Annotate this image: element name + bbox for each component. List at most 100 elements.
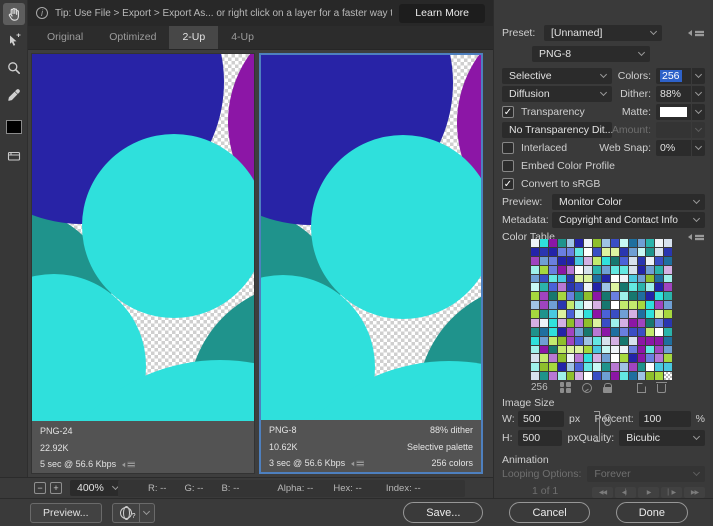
color-swatch[interactable] bbox=[646, 274, 655, 283]
color-swatch[interactable] bbox=[539, 354, 548, 363]
color-swatch[interactable] bbox=[628, 301, 637, 309]
color-swatch[interactable] bbox=[646, 327, 655, 336]
download-rate-menu-icon[interactable] bbox=[122, 460, 136, 467]
color-swatch[interactable] bbox=[619, 292, 628, 301]
color-swatch[interactable] bbox=[557, 372, 566, 380]
color-swatch[interactable] bbox=[584, 318, 593, 327]
tab-optimized[interactable]: Optimized bbox=[96, 26, 169, 49]
color-swatch[interactable] bbox=[637, 301, 646, 309]
color-table-menu-icon[interactable] bbox=[688, 233, 705, 242]
preview-in-browser-button[interactable]: Preview... bbox=[30, 502, 102, 523]
color-swatch[interactable] bbox=[664, 318, 672, 327]
color-swatch[interactable] bbox=[575, 256, 584, 265]
previous-frame-button[interactable]: ◀▏ bbox=[615, 486, 636, 498]
color-swatch[interactable] bbox=[575, 310, 584, 318]
color-swatch[interactable] bbox=[575, 318, 584, 327]
color-swatch[interactable] bbox=[575, 363, 584, 372]
color-swatch[interactable] bbox=[593, 292, 601, 301]
color-swatch[interactable] bbox=[575, 283, 584, 292]
color-swatch[interactable] bbox=[619, 345, 628, 354]
color-swatch[interactable] bbox=[566, 354, 575, 363]
color-swatch[interactable] bbox=[566, 283, 575, 292]
color-swatch[interactable] bbox=[637, 310, 646, 318]
color-swatch[interactable] bbox=[664, 336, 672, 345]
color-swatch[interactable] bbox=[575, 265, 584, 274]
color-swatch[interactable] bbox=[593, 372, 601, 380]
next-frame-button[interactable]: ▏▶ bbox=[661, 486, 682, 498]
color-swatch[interactable] bbox=[593, 363, 601, 372]
color-swatch[interactable] bbox=[628, 274, 637, 283]
color-swatch[interactable] bbox=[655, 310, 664, 318]
color-swatch[interactable] bbox=[619, 274, 628, 283]
color-swatch[interactable] bbox=[557, 363, 566, 372]
color-swatch[interactable] bbox=[637, 283, 646, 292]
eyedropper-color-swatch[interactable] bbox=[5, 120, 22, 134]
color-swatch[interactable] bbox=[584, 354, 593, 363]
hand-tool-button[interactable] bbox=[2, 3, 25, 25]
color-swatch[interactable] bbox=[664, 247, 672, 256]
color-swatch[interactable] bbox=[548, 239, 557, 247]
color-swatch[interactable] bbox=[637, 274, 646, 283]
color-swatch[interactable] bbox=[637, 239, 646, 247]
color-swatch[interactable] bbox=[602, 372, 610, 380]
play-button[interactable]: ▶ bbox=[638, 486, 659, 498]
color-swatch[interactable] bbox=[628, 292, 637, 301]
color-swatch[interactable] bbox=[646, 363, 655, 372]
color-swatch[interactable] bbox=[664, 372, 672, 380]
color-swatch[interactable] bbox=[539, 336, 548, 345]
preview-pane-original[interactable]: PNG-24 22.92K 5 sec @ 56.6 Kbps bbox=[31, 53, 255, 474]
zoom-level-select[interactable]: 400% bbox=[70, 480, 124, 496]
color-swatch[interactable] bbox=[637, 372, 646, 380]
color-swatch[interactable] bbox=[539, 301, 548, 309]
color-swatch[interactable] bbox=[575, 274, 584, 283]
color-swatch[interactable] bbox=[655, 283, 664, 292]
color-swatch[interactable] bbox=[584, 274, 593, 283]
color-swatch[interactable] bbox=[628, 256, 637, 265]
color-swatch[interactable] bbox=[610, 345, 619, 354]
done-button[interactable]: Done bbox=[615, 502, 688, 523]
color-swatch[interactable] bbox=[655, 274, 664, 283]
color-swatch[interactable] bbox=[602, 301, 610, 309]
delete-color-icon[interactable] bbox=[655, 381, 667, 393]
color-swatch[interactable] bbox=[575, 372, 584, 380]
color-swatch[interactable] bbox=[539, 256, 548, 265]
color-swatch[interactable] bbox=[602, 283, 610, 292]
color-swatch[interactable] bbox=[602, 327, 610, 336]
color-swatch[interactable] bbox=[655, 372, 664, 380]
transparency-checkbox[interactable]: ✓ bbox=[502, 106, 514, 118]
color-swatch[interactable] bbox=[602, 274, 610, 283]
color-swatch[interactable] bbox=[610, 318, 619, 327]
color-swatch[interactable] bbox=[664, 354, 672, 363]
color-swatch[interactable] bbox=[557, 256, 566, 265]
color-swatch[interactable] bbox=[602, 310, 610, 318]
color-swatch[interactable] bbox=[531, 265, 539, 274]
color-swatch[interactable] bbox=[548, 363, 557, 372]
color-swatch[interactable] bbox=[557, 283, 566, 292]
color-swatch[interactable] bbox=[548, 310, 557, 318]
color-swatch[interactable] bbox=[557, 310, 566, 318]
color-swatch[interactable] bbox=[531, 301, 539, 309]
color-swatch[interactable] bbox=[664, 363, 672, 372]
color-swatch[interactable] bbox=[646, 345, 655, 354]
color-swatch[interactable] bbox=[531, 239, 539, 247]
tab-2-up[interactable]: 2-Up bbox=[169, 26, 219, 49]
color-swatch[interactable] bbox=[531, 318, 539, 327]
color-swatch[interactable] bbox=[619, 318, 628, 327]
color-swatch[interactable] bbox=[566, 318, 575, 327]
color-swatch[interactable] bbox=[548, 318, 557, 327]
color-swatch[interactable] bbox=[619, 283, 628, 292]
color-swatch[interactable] bbox=[628, 247, 637, 256]
format-select[interactable]: PNG-8 bbox=[532, 46, 650, 62]
color-swatch[interactable] bbox=[548, 274, 557, 283]
color-swatch[interactable] bbox=[646, 265, 655, 274]
dither-stepper[interactable]: 88% bbox=[656, 86, 705, 102]
color-swatch[interactable] bbox=[637, 363, 646, 372]
color-swatch[interactable] bbox=[531, 354, 539, 363]
color-swatch[interactable] bbox=[637, 336, 646, 345]
color-swatch[interactable] bbox=[655, 354, 664, 363]
color-swatch[interactable] bbox=[646, 354, 655, 363]
browser-list-chevron[interactable] bbox=[138, 502, 155, 523]
color-swatch[interactable] bbox=[602, 345, 610, 354]
color-swatch[interactable] bbox=[619, 372, 628, 380]
web-snap-colors-icon[interactable] bbox=[559, 382, 571, 393]
